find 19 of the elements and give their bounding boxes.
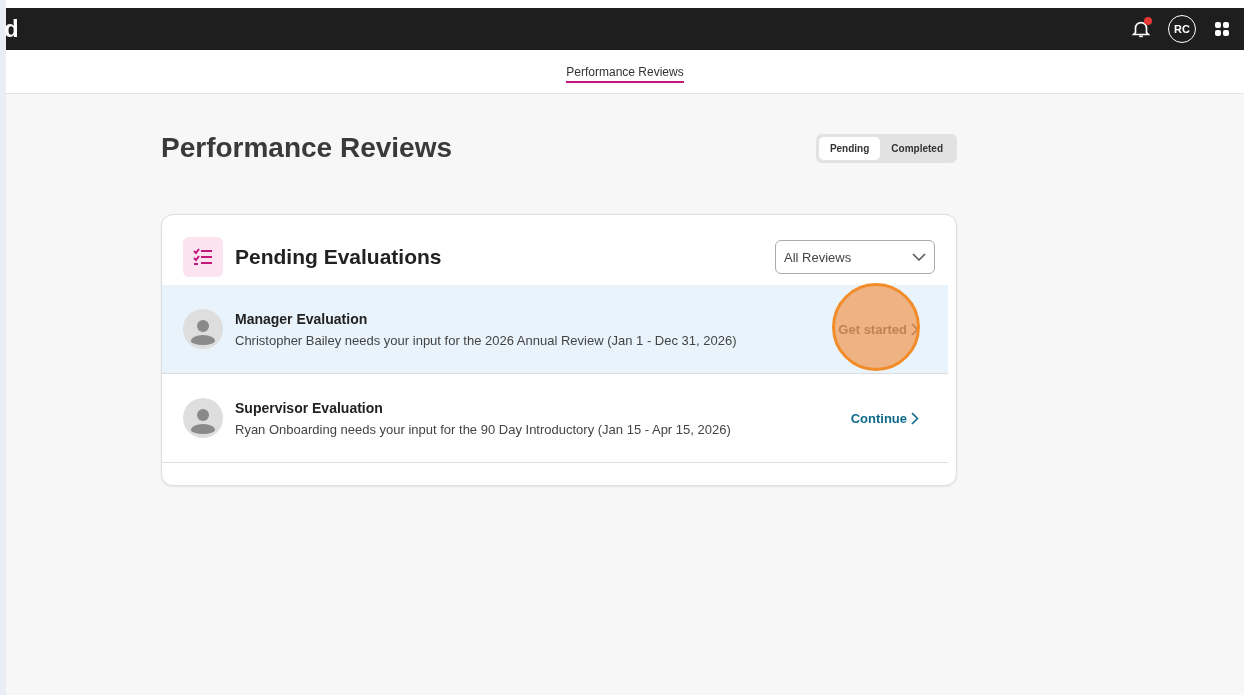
person-avatar-icon bbox=[183, 309, 223, 349]
toggle-option[interactable]: Pending bbox=[818, 136, 881, 160]
toggle-option[interactable]: Completed bbox=[880, 136, 954, 160]
evaluation-row[interactable]: Supervisor Evaluation Ryan Onboarding needs your input for the 90 Day Introductory (Jan 15 - Apr 15, 2026) Continue bbox=[162, 374, 948, 463]
person-avatar-icon bbox=[183, 398, 223, 438]
chevron-down-icon bbox=[912, 253, 926, 261]
evaluation-title: Manager Evaluation bbox=[235, 310, 369, 327]
card-title: Pending Evaluations bbox=[235, 245, 443, 269]
chevron-right-icon bbox=[911, 411, 919, 425]
evaluation-description: Christopher Bailey needs your input for the 2026 Annual Review (Jan 1 - Dec 31, 2026) bbox=[235, 332, 738, 348]
evaluation-action-link[interactable]: Continue bbox=[850, 410, 919, 426]
nav-tab[interactable]: Performance Reviews bbox=[566, 60, 684, 83]
evaluation-title: Supervisor Evaluation bbox=[235, 399, 384, 416]
notification-bell-icon[interactable] bbox=[1130, 18, 1152, 40]
checklist-icon bbox=[183, 237, 223, 277]
apps-grid-icon[interactable] bbox=[1214, 21, 1230, 37]
evaluation-description: Ryan Onboarding needs your input for the 90 Day Introductory (Jan 15 - Apr 15, 2026) bbox=[235, 421, 732, 437]
page-title: Performance Reviews bbox=[161, 132, 453, 164]
reviews-filter-dropdown[interactable]: All Reviews bbox=[775, 240, 935, 274]
